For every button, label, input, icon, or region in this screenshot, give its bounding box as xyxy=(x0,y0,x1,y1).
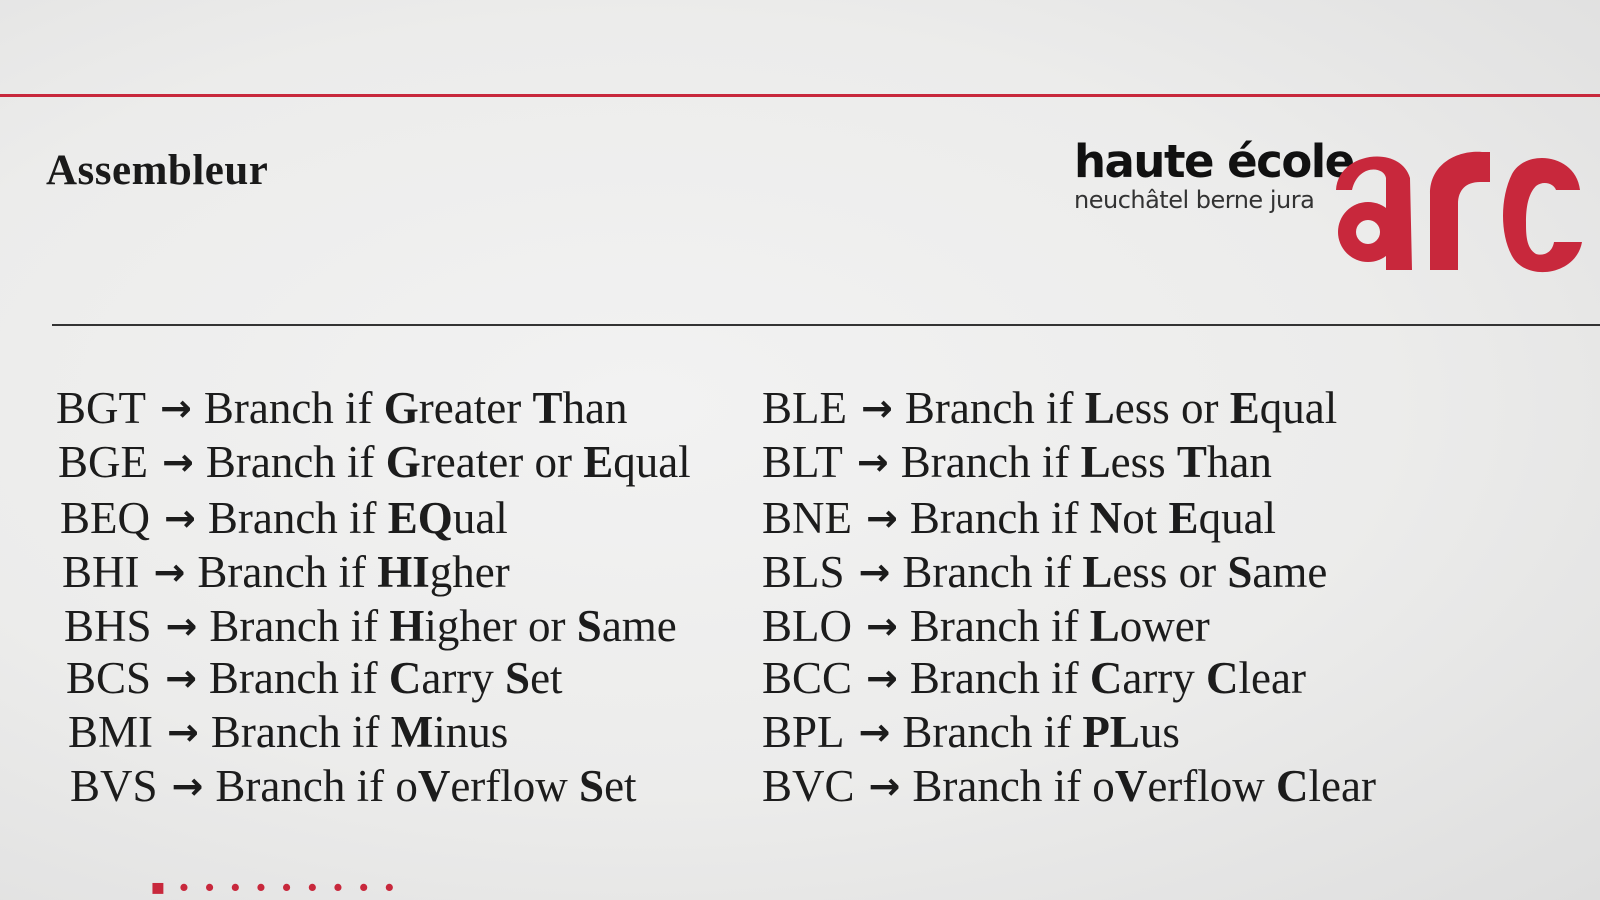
right-arrow-icon: → xyxy=(162,440,194,484)
instruction-description: Branch if Less or Same xyxy=(902,547,1328,597)
instruction-row-bgt: BGT → Branch if Greater Than xyxy=(56,382,627,434)
instruction-code: BCC xyxy=(762,653,853,703)
instruction-code: BLT xyxy=(762,437,843,487)
right-arrow-icon: → xyxy=(866,656,898,700)
instruction-row-bge: BGE → Branch if Greater or Equal xyxy=(58,436,691,488)
instruction-description: Branch if HIgher xyxy=(197,547,510,597)
instruction-row-bhi: BHI → Branch if HIgher xyxy=(62,546,510,598)
instruction-description: Branch if Minus xyxy=(210,707,509,757)
instruction-description: Branch if PLus xyxy=(902,707,1180,757)
instruction-code: BEQ xyxy=(60,493,150,543)
right-arrow-icon: → xyxy=(866,604,898,648)
instruction-description: Branch if Less or Equal xyxy=(904,383,1338,433)
right-arrow-icon: → xyxy=(153,550,186,594)
page-title: Assembleur xyxy=(46,147,269,194)
instruction-code: BCS xyxy=(66,653,152,703)
instruction-description: Branch if Not Equal xyxy=(909,493,1277,543)
right-arrow-icon: → xyxy=(167,710,199,754)
instruction-description: Branch if Greater Than xyxy=(203,383,628,433)
logo-name: haute école xyxy=(1074,135,1355,188)
instruction-row-blo: BLO → Branch if Lower xyxy=(762,600,1210,652)
right-arrow-icon: → xyxy=(861,386,893,430)
right-arrow-icon: → xyxy=(868,764,901,808)
instruction-row-bhs: BHS → Branch if Higher or Same xyxy=(64,600,677,652)
instruction-code: BVS xyxy=(70,761,158,811)
instruction-row-ble: BLE → Branch if Less or Equal xyxy=(762,382,1337,434)
right-arrow-icon: → xyxy=(165,656,197,700)
instruction-description: Branch if oVerflow Clear xyxy=(912,761,1376,811)
logo-subtitle: neuchâtel berne jura xyxy=(1074,186,1315,214)
instruction-description: Branch if Carry Set xyxy=(208,653,563,703)
instruction-row-bcs: BCS → Branch if Carry Set xyxy=(66,652,563,704)
instruction-description: Branch if Higher or Same xyxy=(209,601,677,651)
instruction-row-bcc: BCC → Branch if Carry Clear xyxy=(762,652,1306,704)
right-arrow-icon: → xyxy=(160,386,192,430)
instruction-row-blt: BLT → Branch if Less Than xyxy=(762,436,1272,488)
instruction-code: BMI xyxy=(68,707,154,757)
instruction-code: BHI xyxy=(62,547,140,597)
instruction-code: BGE xyxy=(58,437,148,487)
instruction-code: BHS xyxy=(64,601,152,651)
arc-logo-mark: arc xyxy=(1330,138,1600,283)
cut-off-red-text: ▪ · · · · · · · · · xyxy=(150,863,397,900)
right-arrow-icon: → xyxy=(171,764,204,808)
instruction-row-beq: BEQ → Branch if EQual xyxy=(60,492,508,544)
instruction-code: BNE xyxy=(762,493,852,543)
instruction-description: Branch if Carry Clear xyxy=(909,653,1306,703)
section-divider xyxy=(52,324,1600,326)
instruction-code: BLE xyxy=(762,383,847,433)
instruction-code: BLO xyxy=(762,601,852,651)
instruction-code: BLS xyxy=(762,547,845,597)
instruction-description: Branch if Less Than xyxy=(900,437,1272,487)
instruction-code: BPL xyxy=(762,707,845,757)
instruction-description: Branch if Greater or Equal xyxy=(205,437,691,487)
instruction-description: Branch if Lower xyxy=(909,601,1210,651)
top-red-rule xyxy=(0,94,1600,97)
instruction-description: Branch if oVerflow Set xyxy=(215,761,637,811)
right-arrow-icon: → xyxy=(858,550,891,594)
right-arrow-icon: → xyxy=(858,710,891,754)
instruction-row-bmi: BMI → Branch if Minus xyxy=(68,706,508,758)
instruction-row-bls: BLS → Branch if Less or Same xyxy=(762,546,1327,598)
instruction-code: BVC xyxy=(762,761,855,811)
instruction-row-bvc: BVC → Branch if oVerflow Clear xyxy=(762,760,1376,812)
instruction-row-bpl: BPL → Branch if PLus xyxy=(762,706,1180,758)
instruction-row-bvs: BVS → Branch if oVerflow Set xyxy=(70,760,637,812)
right-arrow-icon: → xyxy=(866,496,898,540)
right-arrow-icon: → xyxy=(164,496,196,540)
instruction-row-bne: BNE → Branch if Not Equal xyxy=(762,492,1276,544)
instruction-description: Branch if EQual xyxy=(207,493,508,543)
instruction-code: BGT xyxy=(56,383,146,433)
right-arrow-icon: → xyxy=(856,440,889,484)
school-logo-text: haute école neuchâtel berne jura xyxy=(1074,135,1355,214)
right-arrow-icon: → xyxy=(165,604,198,648)
